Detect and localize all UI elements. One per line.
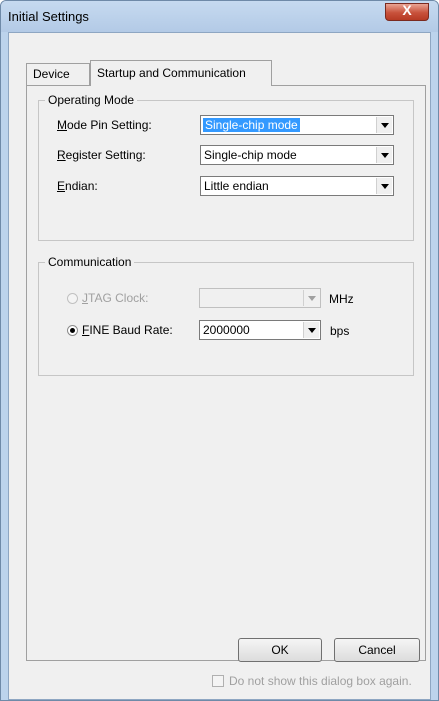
- chevron-down-icon[interactable]: [303, 322, 319, 338]
- mode-pin-select[interactable]: Single-chip mode: [200, 115, 394, 135]
- chevron-down-icon[interactable]: [376, 147, 392, 163]
- dont-show-again-label: Do not show this dialog box again.: [229, 674, 412, 688]
- tab-device-label: Device: [33, 67, 70, 81]
- operating-mode-legend: Operating Mode: [48, 93, 135, 107]
- endian-select[interactable]: Little endian: [200, 176, 394, 196]
- fine-baud-rate-value: 2000000: [203, 323, 250, 337]
- tab-device[interactable]: Device: [26, 63, 90, 85]
- close-icon: X: [402, 2, 412, 18]
- mode-pin-label: Mode Pin Setting:: [57, 118, 152, 132]
- communication-legend: Communication: [48, 255, 132, 269]
- tab-startup-label: Startup and Communication: [97, 66, 246, 80]
- fine-baud-rate-label: FINE Baud Rate:: [82, 323, 173, 337]
- close-button[interactable]: X: [385, 2, 429, 21]
- mode-pin-value: Single-chip mode: [203, 118, 300, 132]
- tab-panel: Operating Mode Mode Pin Setting: Single-…: [26, 85, 426, 661]
- jtag-clock-label: JTAG Clock:: [82, 291, 149, 305]
- chevron-down-icon[interactable]: [376, 178, 392, 194]
- jtag-clock-unit: MHz: [329, 292, 354, 306]
- endian-label: Endian:: [57, 179, 98, 193]
- register-setting-value: Single-chip mode: [204, 148, 297, 162]
- jtag-clock-radio[interactable]: [67, 293, 78, 304]
- ok-button[interactable]: OK: [238, 638, 322, 662]
- tab-startup-and-communication[interactable]: Startup and Communication: [90, 60, 272, 86]
- dialog-window: Initial Settings X Device Startup and Co…: [0, 0, 439, 701]
- window-title: Initial Settings: [8, 9, 89, 24]
- fine-baud-rate-unit: bps: [330, 324, 350, 338]
- fine-baud-rate-select[interactable]: 2000000: [199, 320, 321, 340]
- title-bar[interactable]: Initial Settings X: [1, 1, 438, 32]
- chevron-down-icon[interactable]: [376, 117, 392, 133]
- dont-show-again-checkbox: [212, 675, 224, 687]
- chevron-down-icon: [303, 290, 319, 306]
- fine-baud-rate-radio[interactable]: [67, 325, 78, 336]
- communication-group: Communication: [38, 256, 414, 376]
- cancel-button[interactable]: Cancel: [334, 638, 420, 662]
- endian-value: Little endian: [204, 179, 269, 193]
- jtag-clock-select: [199, 288, 321, 308]
- register-setting-select[interactable]: Single-chip mode: [200, 145, 394, 165]
- register-setting-label: Register Setting:: [57, 148, 146, 162]
- dialog-client-area: Device Startup and Communication Operati…: [8, 32, 431, 700]
